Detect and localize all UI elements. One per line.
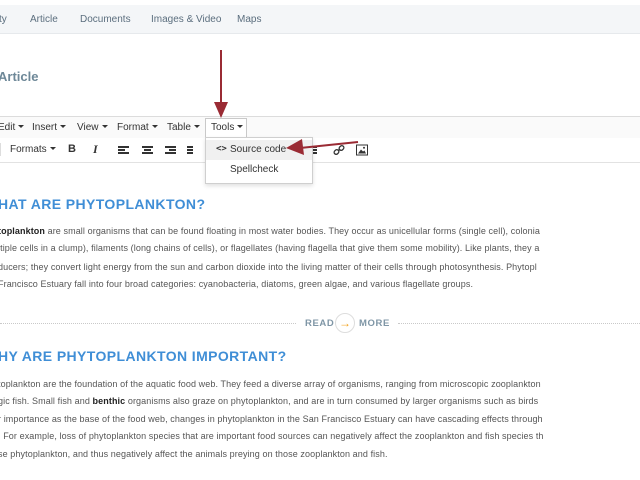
annotation-arrow-down — [214, 50, 228, 118]
annotation-arrow-left — [286, 139, 359, 155]
annotation-arrows — [214, 50, 359, 155]
